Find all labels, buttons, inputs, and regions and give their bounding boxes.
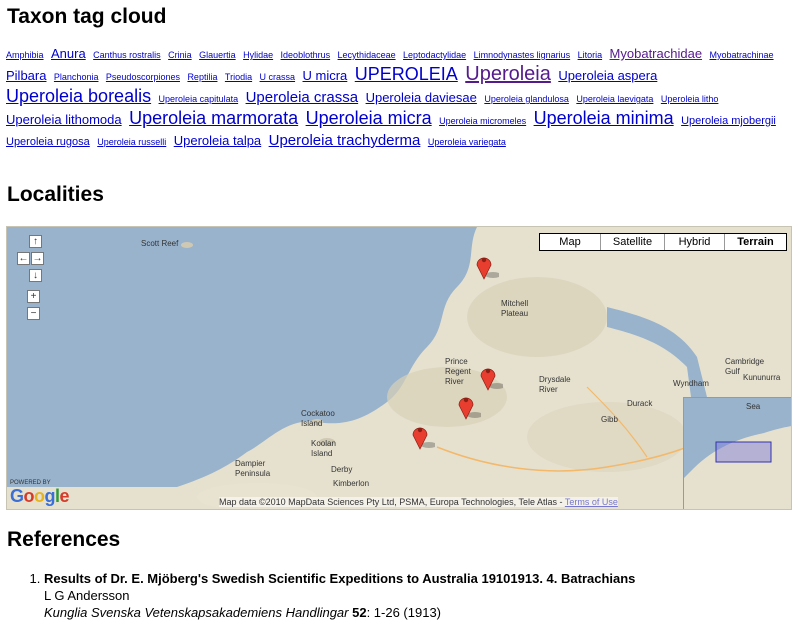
tag-link[interactable]: Uperoleia trachyderma — [269, 132, 421, 149]
tag-link[interactable]: U micra — [303, 68, 348, 83]
tag-link[interactable]: UPEROLEIA — [355, 64, 458, 84]
map-type-map-button[interactable]: Map — [540, 234, 600, 250]
zoom-in-button[interactable]: + — [27, 290, 40, 303]
tag-link[interactable]: Canthus rostralis — [93, 50, 161, 60]
tag-link[interactable]: Ideoblothrus — [281, 50, 331, 60]
map-type-terrain-button[interactable]: Terrain — [724, 234, 786, 250]
tag-link[interactable]: Crinia — [168, 50, 192, 60]
tag-link[interactable]: U crassa — [260, 72, 296, 82]
tag-link[interactable]: Uperoleia mjobergii — [681, 115, 776, 127]
reference-volume: 52 — [352, 605, 367, 620]
tag-link[interactable]: Lecythidaceae — [338, 50, 396, 60]
place-label: Koolan Island — [311, 439, 336, 458]
map-copyright: Map data ©2010 MapData Sciences Pty Ltd,… — [219, 497, 618, 507]
tag-link[interactable]: Uperoleia daviesae — [366, 90, 477, 105]
tag-link[interactable]: Uperoleia talpa — [174, 133, 261, 148]
google-logo[interactable]: POWERED BY Google — [10, 480, 70, 507]
place-label: Gibb — [601, 415, 618, 424]
tag-link[interactable]: Reptilia — [187, 72, 217, 82]
tag-link[interactable]: Uperoleia marmorata — [129, 108, 298, 128]
google-wordmark: Google — [10, 486, 70, 506]
overview-map-graphic — [684, 398, 791, 509]
reference-item: Results of Dr. E. Mjöberg's Swedish Scie… — [44, 570, 786, 621]
copyright-text: Map data ©2010 MapData Sciences Pty Ltd,… — [219, 497, 563, 507]
tag-link[interactable]: Uperoleia borealis — [6, 86, 151, 106]
tag-link[interactable]: Uperoleia aspera — [558, 68, 657, 83]
tag-link[interactable]: Uperoleia minima — [534, 108, 674, 128]
map-terrain — [7, 227, 728, 509]
tag-link[interactable]: Limnodynastes lignarius — [474, 50, 571, 60]
place-label: Kununurra — [743, 373, 781, 382]
map-type-satellite-button[interactable]: Satellite — [600, 234, 664, 250]
reference-author: L G Andersson — [44, 588, 130, 603]
locality-marker[interactable] — [455, 391, 481, 421]
place-label: Dampier Peninsula — [235, 459, 271, 478]
tag-cloud: Amphibia Anura Canthus rostralis Crinia … — [6, 44, 792, 152]
tag-link[interactable]: Myobatrachinae — [710, 50, 774, 60]
tag-link[interactable]: Litoria — [578, 50, 603, 60]
tag-link[interactable]: Uperoleia crassa — [246, 89, 359, 106]
tag-link[interactable]: Uperoleia lithomoda — [6, 112, 122, 127]
localities-map[interactable]: Map Satellite Hybrid Terrain ↑ ← → ↓ + − Sc… — [6, 226, 792, 510]
reference-journal: Kunglia Svenska Vetenskapsakademiens Han… — [44, 605, 349, 620]
terms-of-use-link[interactable]: Terms of Use — [565, 497, 618, 507]
tag-link[interactable]: Uperoleia litho — [661, 94, 719, 104]
place-label: Durack — [627, 399, 653, 408]
tag-link[interactable]: Triodia — [225, 72, 252, 82]
tag-link[interactable]: Anura — [51, 46, 86, 61]
reference-citation: Kunglia Svenska Vetenskapsakademiens Han… — [44, 604, 786, 621]
map-type-selector[interactable]: Map Satellite Hybrid Terrain — [539, 233, 787, 251]
localities-heading: Localities — [7, 183, 104, 206]
pan-up-button[interactable]: ↑ — [29, 235, 42, 248]
tag-link[interactable]: Hylidae — [243, 50, 273, 60]
pan-down-button[interactable]: ↓ — [29, 269, 42, 282]
tag-link[interactable]: Uperoleia rugosa — [6, 136, 90, 148]
map-type-hybrid-button[interactable]: Hybrid — [664, 234, 724, 250]
tag-link[interactable]: Uperoleia — [465, 63, 551, 85]
place-label: Cockatoo Island — [301, 409, 335, 428]
tag-link[interactable]: Uperoleia laevigata — [576, 94, 653, 104]
tag-link[interactable]: Uperoleia micromeles — [439, 116, 526, 126]
zoom-out-button[interactable]: − — [27, 307, 40, 320]
tag-link[interactable]: Myobatrachidae — [610, 46, 703, 61]
tag-link[interactable]: Uperoleia capitulata — [159, 94, 239, 104]
reference-title[interactable]: Results of Dr. E. Mjöberg's Swedish Scie… — [44, 570, 786, 587]
place-label: Scott Reef — [141, 239, 179, 248]
locality-marker[interactable] — [409, 421, 435, 451]
tag-link[interactable]: Uperoleia variegata — [428, 137, 506, 147]
place-label: Sea — [746, 402, 761, 411]
place-label: Drysdale River — [539, 375, 571, 394]
pan-left-button[interactable]: ← — [17, 252, 30, 265]
tag-link[interactable]: Uperoleia glandulosa — [484, 94, 569, 104]
place-label: Derby — [331, 465, 353, 474]
tag-link[interactable]: Glauertia — [199, 50, 236, 60]
tag-link[interactable]: Amphibia — [6, 50, 44, 60]
locality-marker[interactable] — [473, 251, 499, 281]
place-label: Wyndham — [673, 379, 709, 388]
tag-link[interactable]: Uperoleia micra — [306, 108, 432, 128]
reference-pages: : 1-26 (1913) — [366, 605, 442, 620]
tag-link[interactable]: Pseudoscorpiones — [106, 72, 180, 82]
place-label: Mitchell Plateau — [501, 299, 529, 318]
references-heading: References — [7, 528, 121, 551]
tag-link[interactable]: Leptodactylidae — [403, 50, 466, 60]
pan-right-button[interactable]: → — [31, 252, 44, 265]
place-label: Kimberlon — [333, 479, 370, 488]
tag-link[interactable]: Uperoleia russelli — [97, 137, 166, 147]
locality-marker[interactable] — [477, 362, 503, 392]
tag-link[interactable]: Planchonia — [54, 72, 99, 82]
tag-link[interactable]: Pilbara — [6, 68, 46, 83]
overview-map[interactable]: Sea — [683, 397, 791, 509]
references-list: Results of Dr. E. Mjöberg's Swedish Scie… — [26, 570, 786, 621]
tag-cloud-heading: Taxon tag cloud — [7, 5, 167, 28]
